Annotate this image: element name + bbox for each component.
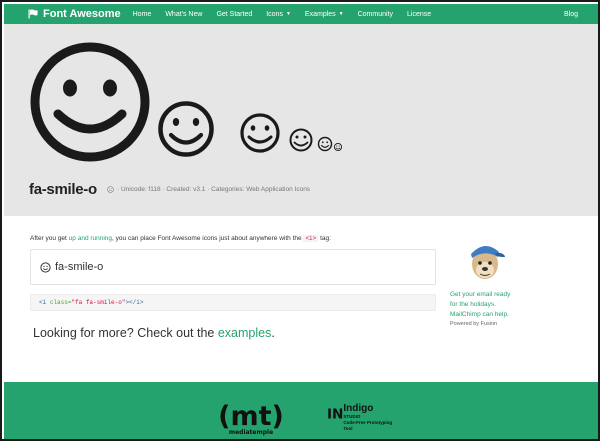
smile-icon-base xyxy=(333,142,343,152)
svg-text:IN: IN xyxy=(327,406,343,422)
mediatemple-wordmark: mediatemple xyxy=(229,429,273,436)
footer-sponsors: (mt) mediatemple IN Indigo STUDIO Code-F… xyxy=(4,382,598,439)
icon-meta-text: · Unicode: f118 · Created: v3.1 · Catego… xyxy=(117,186,311,193)
intro-text-part: tag: xyxy=(320,235,331,242)
smile-icon-lg xyxy=(317,136,333,152)
sidebar-ad[interactable]: Get your email ready for the holidays. M… xyxy=(450,238,530,327)
nav-item-label: Examples xyxy=(304,10,336,18)
code-tag-open: <i xyxy=(39,299,47,306)
code-tag-close: ></i> xyxy=(125,299,144,306)
icon-demo-box: fa-smile-o xyxy=(30,249,436,285)
inline-code-tag: <i> xyxy=(303,235,319,242)
mediatemple-mark: (mt) xyxy=(218,402,284,432)
more-text-part: . xyxy=(271,326,275,340)
smile-icon-2x xyxy=(289,128,313,152)
code-attr: class= xyxy=(49,299,72,306)
ad-powered-by: Powered by Fusion xyxy=(450,321,498,327)
indigo-name: Indigo xyxy=(343,403,374,414)
smile-icon-3x xyxy=(240,113,280,153)
ad-line: MailChimp can help. xyxy=(450,311,509,318)
up-and-running-link[interactable]: up and running xyxy=(69,235,112,242)
icon-meta: · Unicode: f118 · Created: v3.1 · Catego… xyxy=(107,186,310,193)
hero-section: fa-smile-o · Unicode: f118 · Created: v3… xyxy=(4,24,598,216)
nav-item-home[interactable]: Home xyxy=(133,11,152,18)
brand-link[interactable]: Font Awesome xyxy=(28,8,121,20)
navbar: Font Awesome Home What's New Get Started… xyxy=(4,4,598,24)
caret-down-icon: ▼ xyxy=(285,11,291,17)
ad-line: Get your email ready xyxy=(450,291,511,298)
page-frame: Font Awesome Home What's New Get Started… xyxy=(0,0,600,441)
code-snippet: <i class= "fa fa-smile-o" ></i> xyxy=(30,294,436,311)
smile-icon xyxy=(107,186,114,193)
indigo-logo-icon: IN xyxy=(327,406,343,422)
nav-item-whats-new[interactable]: What's New xyxy=(165,11,202,18)
nav-item-examples[interactable]: Examples ▼ xyxy=(305,11,344,18)
nav-item-label: Community xyxy=(357,10,394,18)
brand-label: Font Awesome xyxy=(43,8,121,20)
nav-item-community[interactable]: Community xyxy=(358,11,393,18)
nav-item-label: What's New xyxy=(165,10,203,18)
examples-link[interactable]: examples xyxy=(218,326,272,340)
code-value: "fa fa-smile-o" xyxy=(71,299,126,306)
nav-item-label: Home xyxy=(132,10,152,18)
mailchimp-mascot-icon xyxy=(471,245,505,279)
nav-item-license[interactable]: License xyxy=(407,11,431,18)
icon-title: fa-smile-o xyxy=(29,181,97,198)
intro-text: After you get up and running, you can pl… xyxy=(30,235,331,242)
mediatemple-logo[interactable]: (mt) mediatemple xyxy=(209,402,293,436)
nav-item-label: Get Started xyxy=(216,10,253,18)
nav-item-get-started[interactable]: Get Started xyxy=(216,11,252,18)
smile-icon xyxy=(40,261,51,273)
indigo-tagline: Code-Free Prototyping Tool xyxy=(343,420,393,431)
smile-icon-5x xyxy=(30,42,150,162)
nav-item-label: License xyxy=(407,10,432,18)
more-text: Looking for more? Check out the examples… xyxy=(33,326,275,340)
nav-menu: Home What's New Get Started Icons ▼ Examp… xyxy=(133,11,446,18)
nav-item-blog[interactable]: Blog xyxy=(564,11,578,18)
smile-icon-size-showcase xyxy=(30,42,343,162)
smile-icon-4x xyxy=(158,101,214,157)
indigo-studio-logo[interactable]: IN Indigo STUDIO Code-Free Prototyping T… xyxy=(327,404,397,434)
intro-text-part: , you can place Font Awesome icons just … xyxy=(112,235,302,242)
nav-item-label: Icons xyxy=(266,10,283,18)
caret-down-icon: ▼ xyxy=(338,11,344,17)
ad-text[interactable]: Get your email ready for the holidays. M… xyxy=(450,290,530,320)
intro-text-part: After you get xyxy=(30,235,67,242)
ad-line: for the holidays. xyxy=(450,301,496,308)
more-text-part: Looking for more? Check out the xyxy=(33,326,215,340)
demo-label: fa-smile-o xyxy=(55,261,104,273)
flag-icon xyxy=(28,9,38,19)
indigo-text: Indigo STUDIO Code-Free Prototyping Tool xyxy=(343,404,397,432)
nav-item-icons[interactable]: Icons ▼ xyxy=(266,11,291,18)
